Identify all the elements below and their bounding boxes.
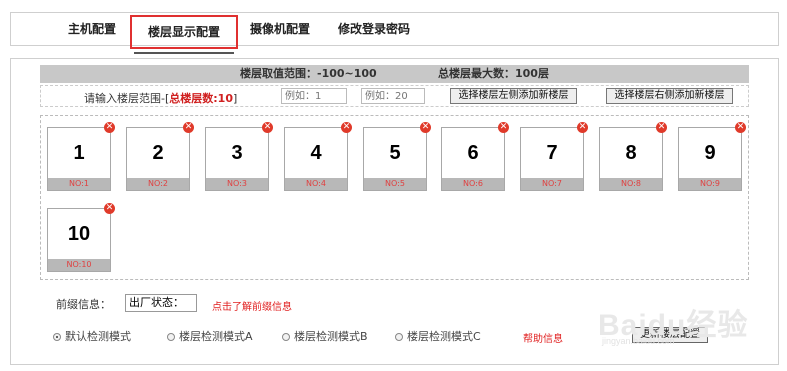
floor-number: 9 (704, 142, 716, 164)
prefix-label: 前缀信息： (56, 298, 111, 311)
mode-label: 楼层检测模式B (294, 330, 368, 343)
prefix-info-link[interactable]: 点击了解前缀信息 (212, 298, 292, 313)
floor-number: 1 (73, 142, 85, 164)
radio-icon (282, 333, 290, 341)
floor-caption: NO:8 (600, 178, 662, 190)
floor-number: 3 (231, 142, 243, 164)
tab-change-password[interactable]: 修改登录密码 (336, 13, 412, 45)
help-link[interactable]: 帮助信息 (523, 330, 563, 345)
floor-range-text: 楼层取值范围：-100~100 (240, 67, 377, 80)
mode-label: 默认检测模式 (65, 330, 131, 343)
tab-floor-display-config[interactable]: 楼层显示配置 (130, 15, 238, 54)
tab-camera-config[interactable]: 摄像机配置 (248, 13, 312, 45)
delete-floor-icon[interactable]: ✕ (183, 122, 194, 133)
tab-host-config[interactable]: 主机配置 (62, 13, 122, 45)
floor-caption: NO:7 (521, 178, 583, 190)
floor-card[interactable]: 9 NO:9 ✕ (678, 122, 746, 191)
range-input-label: 请输入楼层范围-[总楼层数:10] (84, 90, 237, 106)
prefix-input[interactable]: 出厂状态： (125, 294, 197, 312)
mode-radio-default[interactable]: 默认检测模式 (53, 328, 131, 344)
floor-caption: NO:5 (364, 178, 426, 190)
delete-floor-icon[interactable]: ✕ (420, 122, 431, 133)
range-header: 楼层取值范围：-100~100 总楼层最大数：100层 (40, 65, 749, 83)
floor-card[interactable]: 6 NO:6 ✕ (441, 122, 509, 191)
mode-radio-a[interactable]: 楼层检测模式A (167, 328, 253, 344)
floor-card[interactable]: 8 NO:8 ✕ (599, 122, 667, 191)
add-right-floor-button[interactable]: 选择楼层右侧添加新楼层 (606, 88, 733, 104)
range-from-input[interactable] (281, 88, 347, 104)
floor-caption: NO:9 (679, 178, 741, 190)
floor-caption: NO:4 (285, 178, 347, 190)
floor-card[interactable]: 3 NO:3 ✕ (205, 122, 273, 191)
floor-number: 6 (467, 142, 479, 164)
delete-floor-icon[interactable]: ✕ (104, 122, 115, 133)
mode-label: 楼层检测模式C (407, 330, 481, 343)
floor-card[interactable]: 5 NO:5 ✕ (363, 122, 431, 191)
floor-caption: NO:2 (127, 178, 189, 190)
floor-number: 2 (152, 142, 164, 164)
delete-floor-icon[interactable]: ✕ (735, 122, 746, 133)
range-label-prefix: 请输入楼层范围-[ (84, 92, 170, 105)
range-label-suffix: ] (232, 92, 238, 105)
delete-floor-icon[interactable]: ✕ (341, 122, 352, 133)
floor-card[interactable]: 10 NO:10 ✕ (47, 203, 115, 272)
max-floor-text: 总楼层最大数：100层 (438, 67, 549, 80)
add-left-floor-button[interactable]: 选择楼层左侧添加新楼层 (450, 88, 577, 104)
radio-selected-icon (53, 333, 61, 341)
delete-floor-icon[interactable]: ✕ (262, 122, 273, 133)
floor-number: 10 (67, 223, 91, 245)
floor-card[interactable]: 2 NO:2 ✕ (126, 122, 194, 191)
floor-caption: NO:6 (442, 178, 504, 190)
radio-icon (395, 333, 403, 341)
total-floor-count: 总楼层数:10 (169, 92, 233, 105)
floor-caption: NO:1 (48, 178, 110, 190)
mode-radio-b[interactable]: 楼层检测模式B (282, 328, 368, 344)
floor-number: 8 (625, 142, 637, 164)
floor-number: 7 (546, 142, 558, 164)
mode-label: 楼层检测模式A (179, 330, 253, 343)
floor-caption: NO:3 (206, 178, 268, 190)
delete-floor-icon[interactable]: ✕ (577, 122, 588, 133)
radio-icon (167, 333, 175, 341)
watermark-url: jingyan.baidu.com (602, 336, 675, 346)
floor-card[interactable]: 1 NO:1 ✕ (47, 122, 115, 191)
range-to-input[interactable] (361, 88, 425, 104)
delete-floor-icon[interactable]: ✕ (498, 122, 509, 133)
floor-number: 4 (310, 142, 322, 164)
floor-number: 5 (389, 142, 401, 164)
floor-card[interactable]: 7 NO:7 ✕ (520, 122, 588, 191)
floor-card[interactable]: 4 NO:4 ✕ (284, 122, 352, 191)
floor-caption: NO:10 (48, 259, 110, 271)
delete-floor-icon[interactable]: ✕ (104, 203, 115, 214)
mode-radio-c[interactable]: 楼层检测模式C (395, 328, 481, 344)
delete-floor-icon[interactable]: ✕ (656, 122, 667, 133)
